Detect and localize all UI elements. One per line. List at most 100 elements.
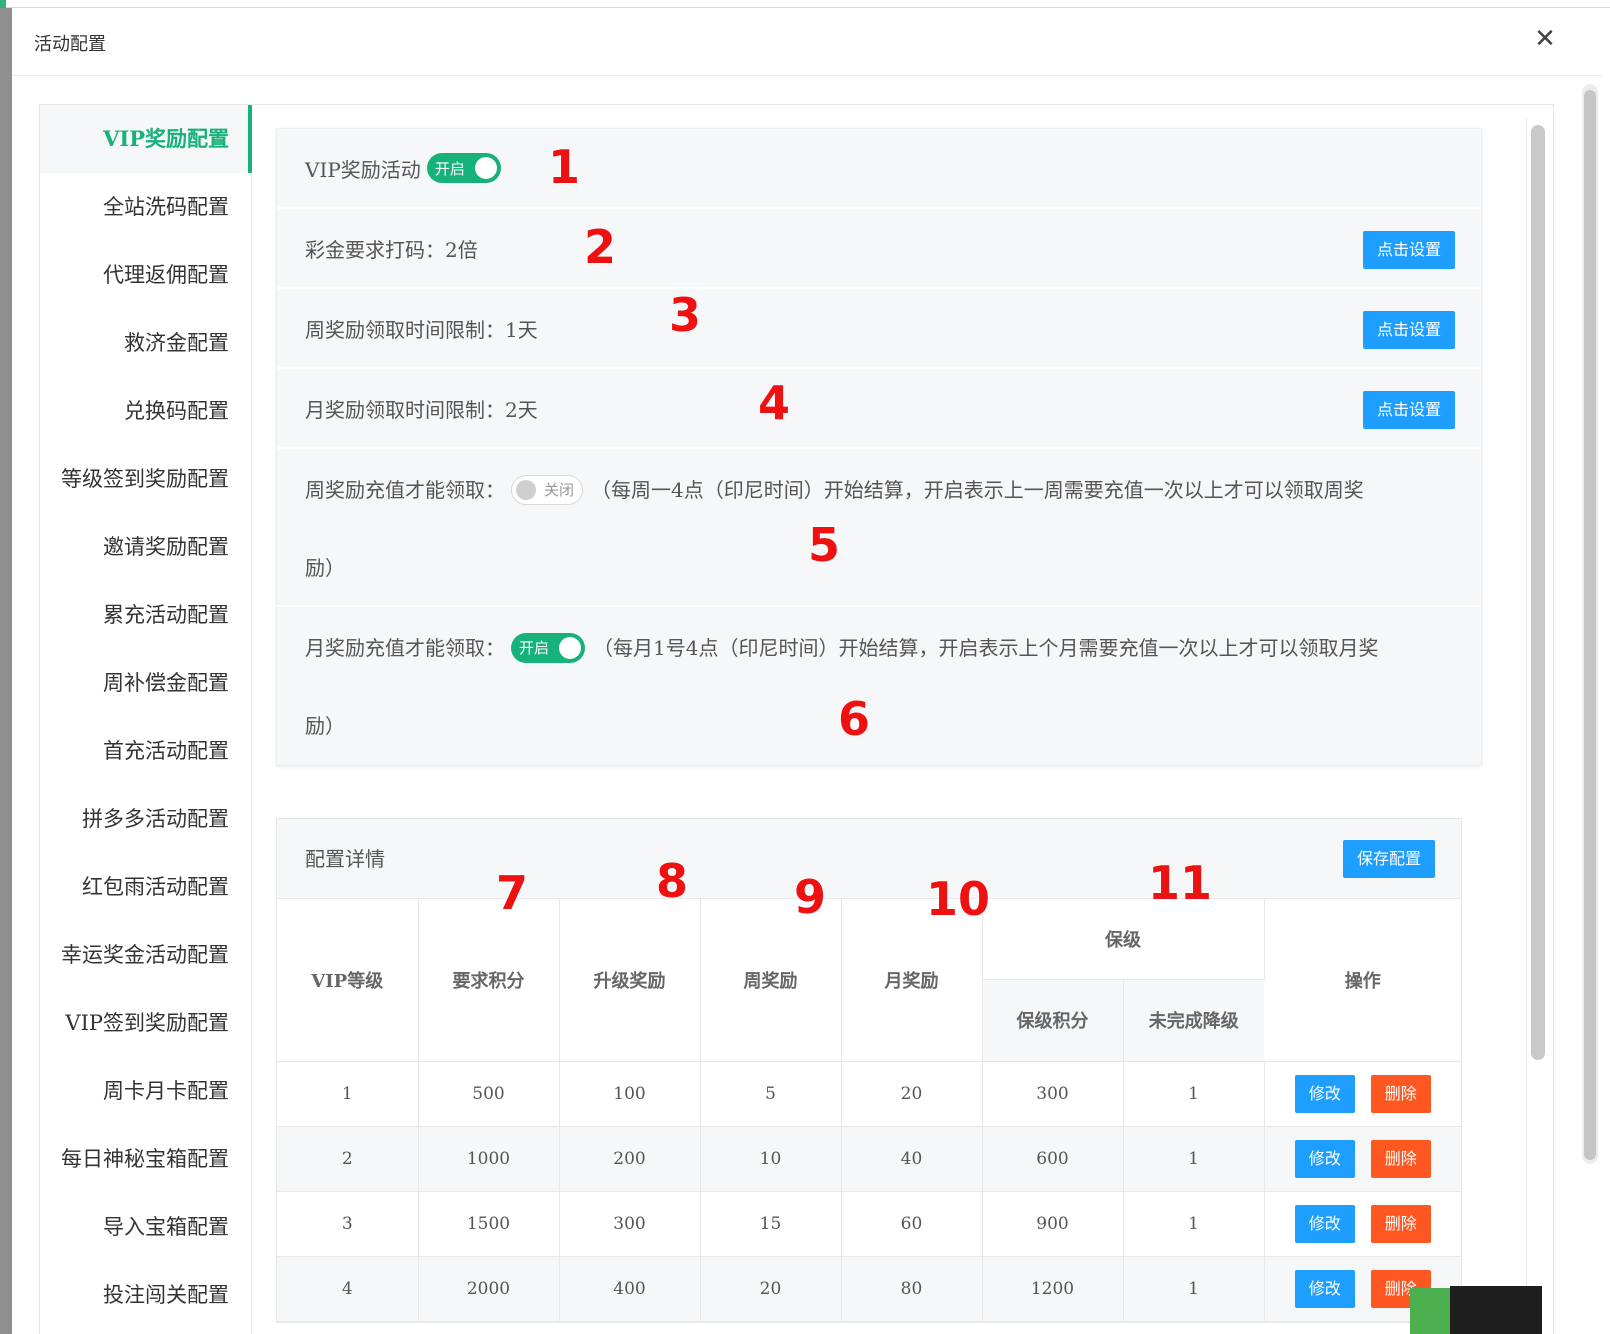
bonus-wager-set-button[interactable]: 点击设置 <box>1363 231 1455 269</box>
header-protect-points: 保级积分 <box>982 979 1124 1062</box>
modal-scrollbar-thumb[interactable] <box>1584 90 1596 1160</box>
sidebar-item-import-box[interactable]: 导入宝箱配置 <box>40 1193 251 1261</box>
weekly-recharge-label: 周奖励充值才能领取： <box>305 478 505 502</box>
sidebar-item-level-signin[interactable]: 等级签到奖励配置 <box>40 445 251 513</box>
cell-required-points: 2000 <box>418 1256 560 1322</box>
toggle-knob <box>474 157 497 179</box>
sidebar-item-agent-commission[interactable]: 代理返佣配置 <box>40 241 251 309</box>
weekly-recharge-toggle[interactable]: 关闭 <box>511 475 583 505</box>
cell-monthly-reward: 60 <box>841 1191 983 1257</box>
table-row: 2 1000 200 10 40 600 1 修改 删除 <box>277 1126 1461 1192</box>
annotation-6: 6 <box>838 692 871 746</box>
content-scrollbar-thumb[interactable] <box>1531 125 1545 1060</box>
setting-bonus-wager: 彩金要求打码：2倍 点击设置 <box>277 209 1481 289</box>
monthly-recharge-desc-cont: 励） <box>305 714 345 738</box>
cell-protect-points: 900 <box>982 1191 1124 1257</box>
setting-monthly-recharge: 月奖励充值才能领取： 开启 （每月1号4点（印尼时间）开始结算，开启表示上个月需… <box>277 607 1481 765</box>
header-vip-level: VIP等级 <box>277 899 419 1062</box>
page-scrollbar[interactable] <box>1602 8 1610 1334</box>
sidebar-item-invite[interactable]: 邀请奖励配置 <box>40 513 251 581</box>
cell-weekly-reward: 5 <box>700 1061 842 1127</box>
details-header: 配置详情 保存配置 <box>277 819 1461 899</box>
sidebar-item-lucky-bonus[interactable]: 幸运奖金活动配置 <box>40 921 251 989</box>
sidebar-item-relief[interactable]: 救济金配置 <box>40 309 251 377</box>
annotation-2: 2 <box>584 220 617 274</box>
cell-required-points: 500 <box>418 1061 560 1127</box>
toggle-text: 开启 <box>519 639 550 657</box>
weekly-limit-label: 周奖励领取时间限制：1天 <box>305 317 538 342</box>
cell-protect-points: 1200 <box>982 1256 1124 1322</box>
sidebar-item-weekly-compensation[interactable]: 周补偿金配置 <box>40 649 251 717</box>
edit-button[interactable]: 修改 <box>1294 1204 1355 1243</box>
main-content: VIP奖励活动 开启 彩金要求打码：2倍 点击设置 周奖励领取时间限制：1天 点… <box>276 128 1482 1334</box>
sidebar-item-rebate[interactable]: 全站洗码配置 <box>40 173 251 241</box>
delete-button[interactable]: 删除 <box>1370 1139 1431 1178</box>
sidebar: VIP奖励配置 全站洗码配置 代理返佣配置 救济金配置 兑换码配置 等级签到奖励… <box>40 105 252 1334</box>
cell-upgrade-reward: 400 <box>559 1256 701 1322</box>
sidebar-item-redeem-code[interactable]: 兑换码配置 <box>40 377 251 445</box>
setting-vip-activity: VIP奖励活动 开启 <box>277 129 1481 209</box>
weekly-recharge-desc-cont: 励） <box>305 556 345 580</box>
cell-downgrade: 1 <box>1123 1256 1265 1322</box>
sidebar-item-week-month-card[interactable]: 周卡月卡配置 <box>40 1057 251 1125</box>
cell-vip-level: 1 <box>277 1061 419 1127</box>
activity-config-modal: 活动配置 ✕ VIP奖励配置 全站洗码配置 代理返佣配置 救济金配置 兑换码配置… <box>12 8 1602 1334</box>
modal-header: 活动配置 ✕ <box>12 8 1602 76</box>
table-row: 4 2000 400 20 80 1200 1 修改 删除 <box>277 1256 1461 1322</box>
cell-monthly-reward: 80 <box>841 1256 983 1322</box>
save-config-button[interactable]: 保存配置 <box>1343 840 1435 878</box>
monthly-recharge-toggle[interactable]: 开启 <box>511 633 585 663</box>
cell-actions: 修改 删除 <box>1264 1191 1461 1257</box>
cell-actions: 修改 删除 <box>1264 1126 1461 1192</box>
content-scrollbar[interactable] <box>1526 117 1546 1334</box>
annotation-4: 4 <box>758 376 791 430</box>
corner-widget-dark <box>1450 1286 1542 1334</box>
annotation-7: 7 <box>496 866 529 920</box>
sidebar-item-cumulative-recharge[interactable]: 累充活动配置 <box>40 581 251 649</box>
sidebar-item-vip-signin[interactable]: VIP签到奖励配置 <box>40 989 251 1057</box>
config-frame: VIP奖励配置 全站洗码配置 代理返佣配置 救济金配置 兑换码配置 等级签到奖励… <box>39 104 1554 1334</box>
header-protect: 保级 <box>982 899 1265 980</box>
annotation-10: 10 <box>926 872 991 926</box>
edit-button[interactable]: 修改 <box>1294 1074 1355 1113</box>
cell-protect-points: 300 <box>982 1061 1124 1127</box>
monthly-recharge-desc: （每月1号4点（印尼时间）开始结算，开启表示上个月需要充值一次以上才可以领取月奖 <box>593 636 1379 660</box>
sidebar-item-mystery-box[interactable]: 每日神秘宝箱配置 <box>40 1125 251 1193</box>
monthly-limit-set-button[interactable]: 点击设置 <box>1363 391 1455 429</box>
sidebar-item-vip-reward[interactable]: VIP奖励配置 <box>40 105 252 173</box>
sidebar-item-first-recharge[interactable]: 首充活动配置 <box>40 717 251 785</box>
sidebar-item-bet-challenge[interactable]: 投注闯关配置 <box>40 1261 251 1329</box>
header-actions: 操作 <box>1264 899 1461 1062</box>
setting-weekly-limit: 周奖励领取时间限制：1天 点击设置 <box>277 289 1481 369</box>
vip-level-table: VIP等级 要求积分 升级奖励 周奖励 月奖励 保级 操作 保级积分 未完成降级 <box>277 899 1461 1322</box>
sidebar-item-red-packet-rain[interactable]: 红包雨活动配置 <box>40 853 251 921</box>
config-details: 配置详情 保存配置 VIP等级 要求积分 升级奖励 周奖励 月奖励 保级 操作 … <box>276 818 1462 1323</box>
weekly-limit-set-button[interactable]: 点击设置 <box>1363 311 1455 349</box>
edit-button[interactable]: 修改 <box>1294 1269 1355 1308</box>
weekly-recharge-desc: （每周一4点（印尼时间）开始结算，开启表示上一周需要充值一次以上才可以领取周奖 <box>591 478 1364 502</box>
modal-title: 活动配置 <box>34 34 106 55</box>
close-icon[interactable]: ✕ <box>1530 24 1560 54</box>
vip-activity-label: VIP奖励活动 <box>305 157 421 182</box>
settings-panel: VIP奖励活动 开启 彩金要求打码：2倍 点击设置 周奖励领取时间限制：1天 点… <box>276 128 1482 766</box>
sidebar-item-pinduoduo[interactable]: 拼多多活动配置 <box>40 785 251 853</box>
table-row: 1 500 100 5 20 300 1 修改 删除 <box>277 1061 1461 1127</box>
table-body: 1 500 100 5 20 300 1 修改 删除 2 1000 200 10 40 600 1 修改 删除 3 1… <box>277 1061 1461 1322</box>
cell-actions: 修改 删除 <box>1264 1061 1461 1127</box>
table-row: 3 1500 300 15 60 900 1 修改 删除 <box>277 1191 1461 1257</box>
cell-downgrade: 1 <box>1123 1191 1265 1257</box>
top-accent <box>0 0 6 8</box>
setting-monthly-limit: 月奖励领取时间限制：2天 点击设置 <box>277 369 1481 449</box>
modal-scrollbar[interactable] <box>1582 84 1598 1164</box>
edit-button[interactable]: 修改 <box>1294 1139 1355 1178</box>
toggle-knob <box>559 637 581 659</box>
cell-upgrade-reward: 300 <box>559 1191 701 1257</box>
cell-downgrade: 1 <box>1123 1126 1265 1192</box>
cell-protect-points: 600 <box>982 1126 1124 1192</box>
annotation-9: 9 <box>794 870 827 924</box>
cell-required-points: 1000 <box>418 1126 560 1192</box>
delete-button[interactable]: 删除 <box>1370 1204 1431 1243</box>
delete-button[interactable]: 删除 <box>1370 1074 1431 1113</box>
vip-activity-toggle[interactable]: 开启 <box>426 153 501 183</box>
header-upgrade-reward: 升级奖励 <box>559 899 701 1062</box>
